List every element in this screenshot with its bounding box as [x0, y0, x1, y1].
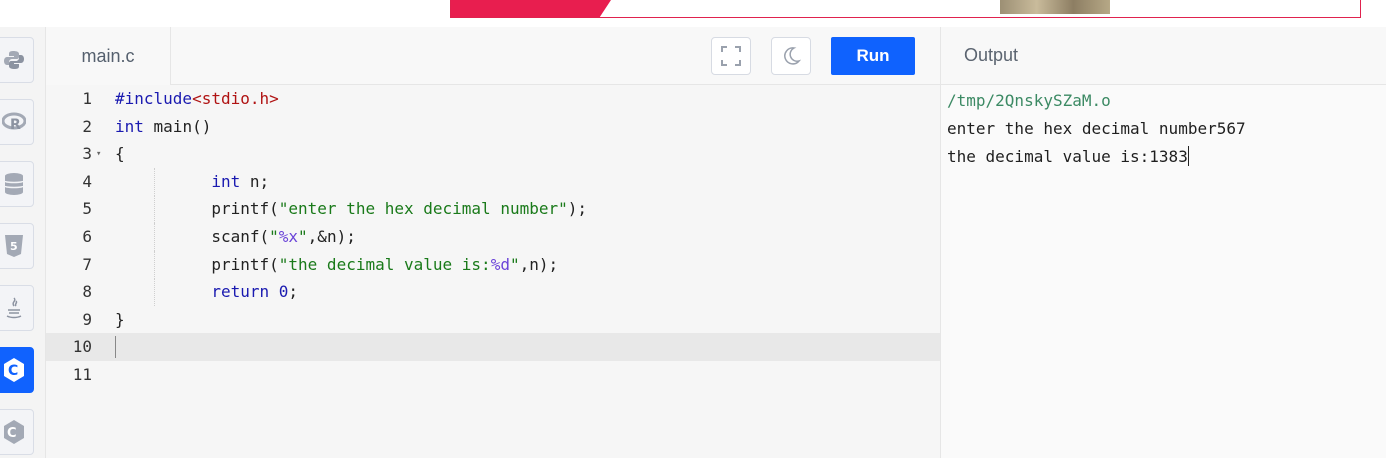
svg-text:5: 5 [10, 240, 18, 253]
line-number: 5 [82, 199, 92, 219]
code-area[interactable]: 1 #include<stdio.h> 2 int main() 3 ▾ {4 int n;… [46, 85, 941, 458]
run-button[interactable]: Run [831, 37, 915, 75]
code-editor-pane: main.c Run 1 #include<stdio.h> 2 int main()… [46, 27, 941, 458]
line-number: 10 [72, 337, 92, 357]
database-icon[interactable] [0, 161, 34, 207]
code-text: } [115, 309, 125, 329]
line-number: 11 [72, 365, 92, 384]
svg-text:C: C [7, 426, 17, 441]
code-text: int n; [211, 171, 270, 191]
cpp-language-icon[interactable]: C [0, 409, 34, 455]
output-line-text: the decimal value is:1383 [947, 147, 1188, 166]
fullscreen-icon [721, 46, 741, 66]
svg-text:R: R [10, 117, 21, 133]
output-file-path: /tmp/2QnskySZaM.o [947, 91, 1111, 110]
code-text: { [115, 144, 125, 164]
code-text: int main() [115, 116, 212, 136]
theme-toggle-button[interactable] [771, 37, 811, 75]
output-line: enter the hex decimal number567 [947, 119, 1246, 138]
line-number: 4 [82, 171, 92, 191]
editor-cursor [115, 336, 116, 359]
language-sidebar: R 5 C C [0, 27, 46, 458]
line-number: 6 [82, 227, 92, 246]
output-console[interactable]: /tmp/2QnskySZaM.o enter the hex decimal … [947, 87, 1377, 171]
line-number: 1 [82, 89, 92, 108]
line-number: 8 [82, 282, 92, 302]
line-number: 3 [82, 144, 92, 164]
line-number: 9 [82, 309, 92, 329]
editor-toolbar: main.c Run [46, 27, 941, 85]
java-icon[interactable] [0, 285, 34, 331]
fullscreen-button[interactable] [711, 37, 751, 75]
tab-main-c[interactable]: main.c [46, 27, 171, 85]
output-pane: Output /tmp/2QnskySZaM.o enter the hex d… [940, 27, 1386, 458]
moon-icon [784, 47, 801, 65]
code-line[interactable]: 1 #include<stdio.h> [46, 85, 941, 113]
svg-text:C: C [8, 363, 18, 379]
code-line[interactable]: 9} [46, 306, 941, 334]
code-line[interactable]: 8 return 0; [46, 278, 941, 307]
code-line[interactable]: 4 int n; [46, 167, 941, 196]
code-line[interactable]: 6 scanf("%x",&n); [46, 223, 941, 251]
ad-banner[interactable] [450, 0, 1361, 18]
output-line-last: the decimal value is:1383 [947, 143, 1377, 171]
line-number: 2 [82, 116, 92, 136]
code-text: printf("the decimal value is:%d",n); [115, 254, 559, 274]
code-line[interactable]: 3 ▾ { [46, 140, 941, 168]
code-line[interactable]: 10 [46, 333, 941, 362]
python-icon[interactable] [0, 37, 34, 83]
ad-banner-image [1000, 0, 1110, 14]
code-text: return 0; [211, 282, 299, 302]
r-language-icon[interactable]: R [0, 99, 34, 145]
code-text: printf("enter the hex decimal number"); [115, 199, 588, 219]
output-title: Output [941, 27, 1386, 85]
code-line[interactable]: 5 printf("enter the hex decimal number")… [46, 195, 941, 224]
ad-banner-red-block [451, 0, 611, 17]
line-number: 7 [82, 254, 92, 274]
text-cursor [1187, 146, 1189, 166]
code-line[interactable]: 2 int main() [46, 113, 941, 141]
fold-arrow-icon[interactable]: ▾ [96, 140, 101, 168]
c-language-icon[interactable]: C [0, 347, 34, 393]
code-line[interactable]: 7 printf("the decimal value is:%d",n); [46, 250, 941, 279]
html5-icon[interactable]: 5 [0, 223, 34, 269]
code-text: #include<stdio.h> [115, 89, 279, 108]
code-line[interactable]: 11 [46, 361, 941, 389]
page-root: R 5 C C main.c Run 1 #include<stdio.h> 2… [0, 0, 1386, 458]
code-text: scanf("%x",&n); [115, 227, 356, 246]
